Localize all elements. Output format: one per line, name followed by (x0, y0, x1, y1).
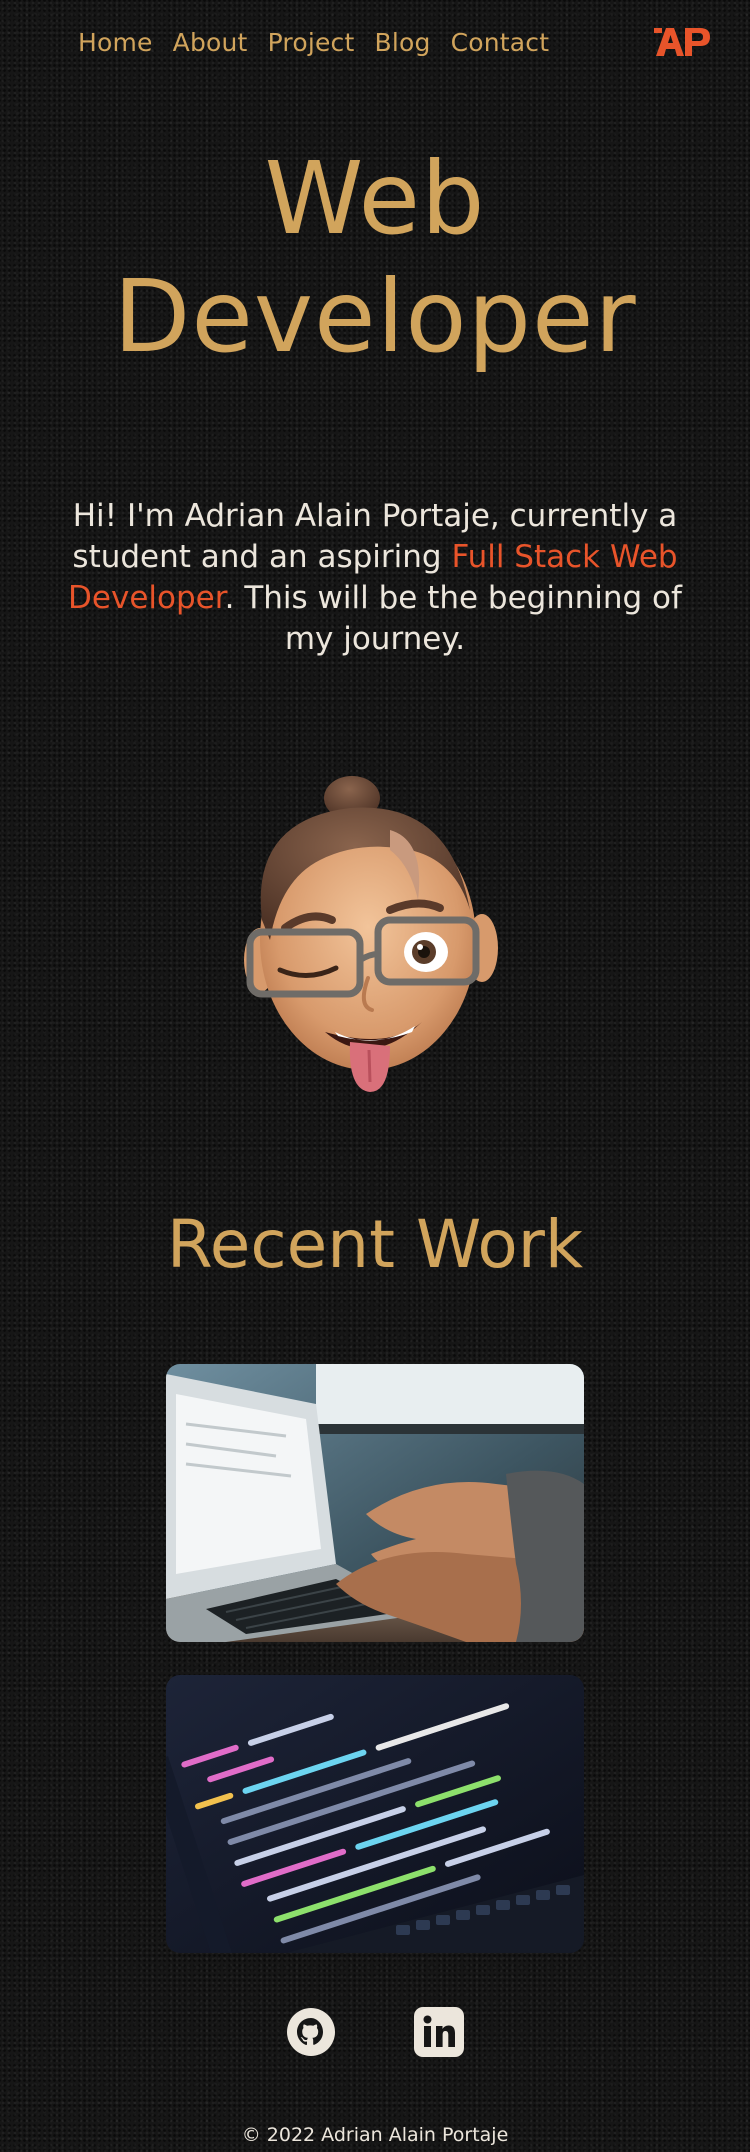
nav-link-project[interactable]: Project (268, 28, 355, 57)
nav-link-blog[interactable]: Blog (375, 28, 431, 57)
work-card-laptop-image (166, 1364, 584, 1642)
work-card-laptop[interactable] (166, 1364, 584, 1642)
hero-intro-end: . This will be the beginning of my journ… (224, 580, 682, 657)
linkedin-icon (414, 2007, 464, 2057)
nav-link-home[interactable]: Home (78, 28, 153, 57)
nav-links: Home About Project Blog Contact (78, 28, 549, 57)
hero-title: Web Developer (0, 140, 750, 376)
hero-intro: Hi! I'm Adrian Alain Portaje, currently … (55, 496, 695, 660)
ap-logo[interactable] (654, 22, 712, 58)
recent-work-title: Recent Work (166, 1206, 584, 1283)
linkedin-link[interactable] (413, 2006, 465, 2058)
work-card-code-image (166, 1675, 584, 1953)
hero-title-line-1: Web (264, 140, 486, 257)
memoji-avatar-image (244, 776, 498, 1092)
nav-link-contact[interactable]: Contact (451, 28, 550, 57)
github-link[interactable] (285, 2006, 337, 2058)
github-icon (287, 2008, 335, 2056)
top-nav: Home About Project Blog Contact (0, 0, 750, 90)
ap-logo-mark (654, 28, 710, 56)
footer-copyright: © 2022 Adrian Alain Portaje (241, 2124, 509, 2146)
nav-link-about[interactable]: About (173, 28, 248, 57)
memoji-avatar (240, 770, 500, 1120)
work-card-code[interactable] (166, 1675, 584, 1953)
hero-title-line-2: Developer (113, 258, 637, 375)
